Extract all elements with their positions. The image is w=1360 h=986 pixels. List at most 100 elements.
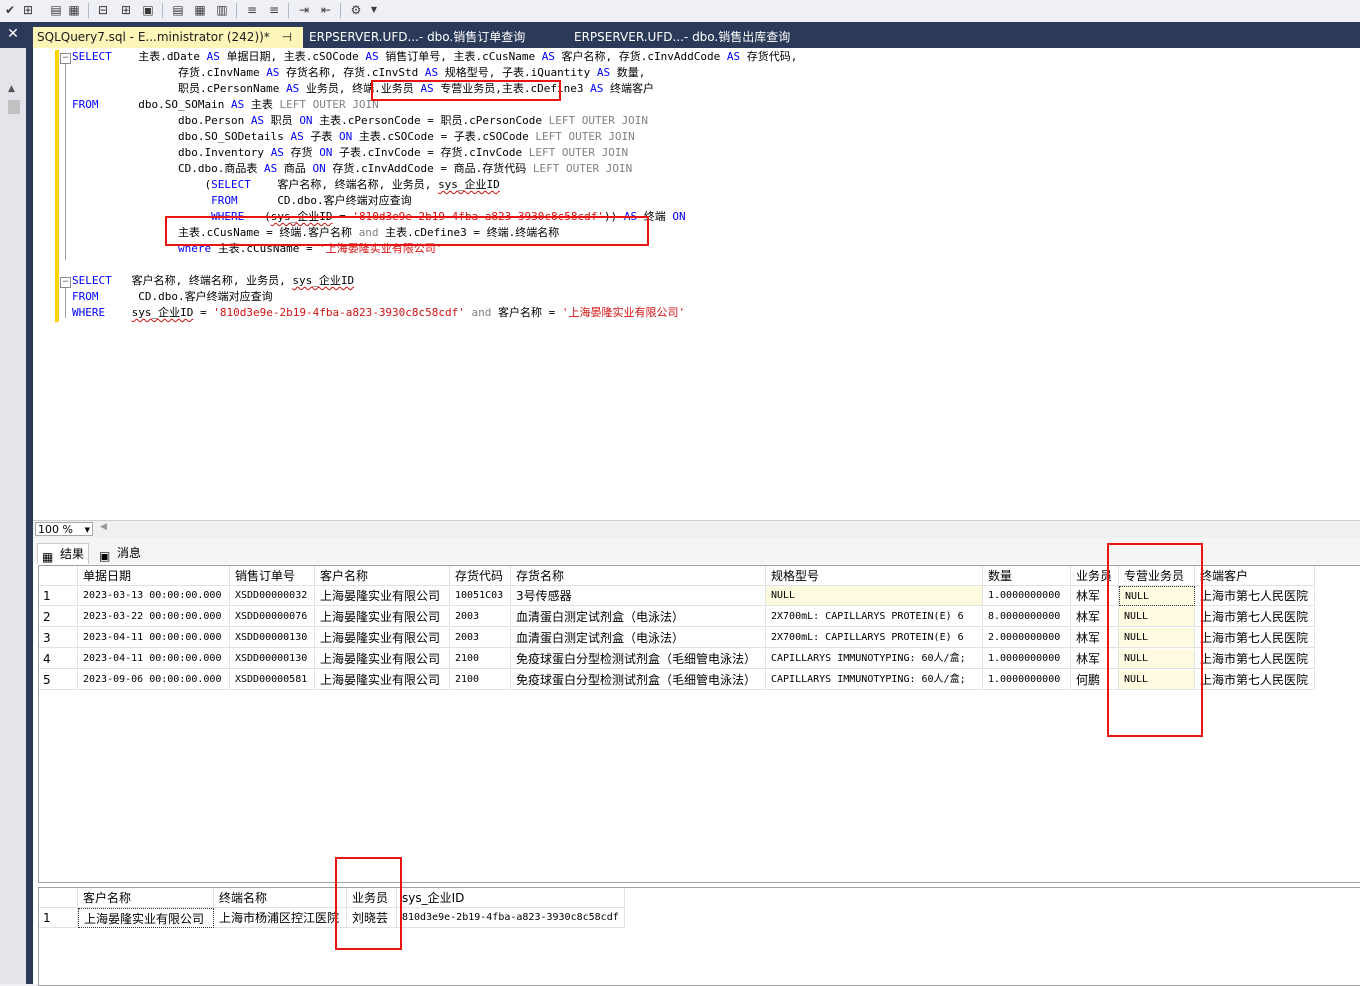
column-header[interactable]: 终端客户 [1195, 566, 1315, 586]
grid-cell[interactable]: 上海市第七人民医院 [1195, 628, 1315, 648]
grid-cell[interactable]: 2X700mL: CAPILLARYS PROTEIN(E) 6 [766, 628, 983, 648]
grid-cell[interactable]: 上海市第七人民医院 [1195, 607, 1315, 627]
column-header[interactable]: 存货代码 [450, 566, 511, 586]
grid-cell[interactable]: 2023-04-11 00:00:00.000 [78, 628, 230, 648]
grid-corner[interactable] [39, 888, 78, 908]
grid-cell[interactable]: 上海晏隆实业有限公司 [315, 607, 450, 627]
grid-cell[interactable]: 血清蛋白测定试剂盒（电泳法） [511, 628, 766, 648]
grid-cell[interactable]: 上海晏隆实业有限公司 [78, 908, 214, 928]
specify-values-icon[interactable]: ⚙ [348, 2, 364, 18]
grid-icon[interactable]: ▦ [66, 2, 82, 18]
column-header[interactable]: sys_企业ID [397, 888, 625, 908]
grid-cell[interactable]: 1.0000000000 [983, 670, 1071, 690]
grid-cell[interactable]: NULL [766, 586, 983, 606]
tab-sales-outbound-query[interactable]: ERPSERVER.UFD...- dbo.销售出库查询 [570, 27, 828, 48]
column-header[interactable]: 规格型号 [766, 566, 983, 586]
outdent-icon[interactable]: ⇤ [318, 2, 334, 18]
grid-corner[interactable] [39, 566, 78, 586]
code-line[interactable]: dbo.SO_SODetails AS 子表 ON 主表.cSOCode = 子… [72, 129, 635, 145]
fold-toggle-icon[interactable]: − [60, 277, 71, 288]
grid-cell[interactable]: 上海晏隆实业有限公司 [315, 670, 450, 690]
grid-results-icon[interactable]: ▦ [192, 2, 208, 18]
code-line[interactable]: dbo.Inventory AS 存货 ON 子表.cInvCode = 存货.… [72, 145, 628, 161]
code-line[interactable]: 存货.cInvName AS 存货名称, 存货.cInvStd AS 规格型号,… [72, 65, 645, 81]
column-header[interactable]: 客户名称 [78, 888, 214, 908]
grid-cell[interactable]: XSDD00000130 [230, 628, 315, 648]
grid-cell[interactable]: 血清蛋白测定试剂盒（电泳法） [511, 607, 766, 627]
grid-cell[interactable]: 2003 [450, 607, 511, 627]
grid-cell[interactable]: 上海市杨浦区控江医院 [214, 908, 347, 928]
column-header[interactable]: 存货名称 [511, 566, 766, 586]
zoom-select[interactable]: 100 % ▼ [35, 522, 93, 536]
results-grid-2[interactable]: 客户名称 终端名称 业务员 sys_企业ID 1 上海晏隆实业有限公司 上海市杨浦区控江医院… [38, 887, 1360, 986]
scroll-up-icon[interactable]: ▲ [8, 84, 15, 94]
code-line[interactable]: FROM CD.dbo.客户终端对应查询 [72, 289, 273, 305]
code-line[interactable]: SELECT 客户名称, 终端名称, 业务员, sys_企业ID [72, 273, 354, 289]
row-number[interactable]: 1 [39, 586, 78, 606]
grid-cell[interactable]: 上海晏隆实业有限公司 [315, 649, 450, 669]
grid-cell[interactable]: CAPILLARYS IMMUNOTYPING: 60人/盒; [766, 670, 983, 690]
grid-cell[interactable]: 2100 [450, 649, 511, 669]
tab-results[interactable]: ▦ 结果 [37, 543, 90, 564]
grid-cell[interactable]: 2X700mL: CAPILLARYS PROTEIN(E) 6 [766, 607, 983, 627]
row-number[interactable]: 5 [39, 670, 78, 690]
grid-cell[interactable]: 1.0000000000 [983, 586, 1071, 606]
text-results-icon[interactable]: ▤ [170, 2, 186, 18]
grid-cell[interactable]: 2023-09-06 00:00:00.000 [78, 670, 230, 690]
grid-cell[interactable]: 上海晏隆实业有限公司 [315, 586, 450, 606]
grid-cell[interactable]: 2023-03-22 00:00:00.000 [78, 607, 230, 627]
splitter[interactable] [26, 48, 33, 984]
code-line[interactable]: FROM CD.dbo.客户终端对应查询 [72, 193, 412, 209]
tab-messages[interactable]: ▣ 消息 [95, 543, 145, 563]
view-icon[interactable]: ▤ [48, 2, 64, 18]
code-line[interactable]: SELECT 主表.dDate AS 单据日期, 主表.cSOCode AS 销… [72, 49, 797, 65]
tab-sales-order-query[interactable]: ERPSERVER.UFD...- dbo.销售订单查询 [305, 27, 563, 48]
grid-cell[interactable]: 上海晏隆实业有限公司 [315, 628, 450, 648]
pin-icon[interactable]: ⊣ [282, 30, 292, 44]
code-line[interactable]: FROM dbo.SO_SOMain AS 主表 LEFT OUTER JOIN [72, 97, 379, 113]
code-line[interactable]: dbo.Person AS 职员 ON 主表.cPersonCode = 职员.… [72, 113, 648, 129]
column-header[interactable]: 数量 [983, 566, 1071, 586]
code-line[interactable]: 职员.cPersonName AS 业务员, 终端.业务员 AS 专营业务员,主… [72, 81, 654, 97]
chevron-down-icon[interactable]: ▼ [366, 2, 382, 18]
file-results-icon[interactable]: ▥ [214, 2, 230, 18]
grid-cell[interactable]: 2023-04-11 00:00:00.000 [78, 649, 230, 669]
uncomment-icon[interactable]: ≡ [266, 2, 282, 18]
grid-cell[interactable]: 免疫球蛋白分型检测试剂盒（毛细管电泳法） [511, 670, 766, 690]
grid-cell[interactable]: 2023-03-13 00:00:00.000 [78, 586, 230, 606]
grid-cell[interactable]: XSDD00000076 [230, 607, 315, 627]
indent-icon[interactable]: ⇥ [296, 2, 312, 18]
grid-cell[interactable]: 2.0000000000 [983, 628, 1071, 648]
column-header[interactable]: 单据日期 [78, 566, 230, 586]
grid-cell[interactable]: 2100 [450, 670, 511, 690]
tab-sqlquery7[interactable]: SQLQuery7.sql - E...ministrator (242))* … [33, 27, 303, 48]
close-pane-icon[interactable]: ✕ [4, 25, 22, 43]
grid-cell[interactable]: 1.0000000000 [983, 649, 1071, 669]
grid-cell[interactable]: 上海市第七人民医院 [1195, 586, 1315, 606]
row-number[interactable]: 3 [39, 628, 78, 648]
grid-cell[interactable]: 免疫球蛋白分型检测试剂盒（毛细管电泳法） [511, 649, 766, 669]
comment-icon[interactable]: ≡ [244, 2, 260, 18]
row-number[interactable]: 1 [39, 908, 78, 928]
grid-cell[interactable]: 上海市第七人民医院 [1195, 649, 1315, 669]
grid-cell[interactable]: CAPILLARYS IMMUNOTYPING: 60人/盒; [766, 649, 983, 669]
grid-cell[interactable]: 8.0000000000 [983, 607, 1071, 627]
grid-cell[interactable]: 2003 [450, 628, 511, 648]
fold-toggle-icon[interactable]: − [60, 53, 71, 64]
grid-cell[interactable]: XSDD00000130 [230, 649, 315, 669]
grid-cell[interactable]: XSDD00000032 [230, 586, 315, 606]
scroll-left-icon[interactable]: ◀ [100, 522, 107, 532]
row-number[interactable]: 4 [39, 649, 78, 669]
row-number[interactable]: 2 [39, 607, 78, 627]
relationship-icon[interactable]: ⊟ [95, 2, 111, 18]
grid-cell[interactable]: 3号传感器 [511, 586, 766, 606]
column-header[interactable]: 终端名称 [214, 888, 347, 908]
grid-cell[interactable]: 810d3e9e-2b19-4fba-a823-3930c8c58cdf [397, 908, 625, 928]
grid-cell[interactable]: 上海市第七人民医院 [1195, 670, 1315, 690]
column-header[interactable]: 客户名称 [315, 566, 450, 586]
code-line[interactable]: CD.dbo.商品表 AS 商品 ON 存货.cInvAddCode = 商品.… [72, 161, 632, 177]
tree-icon[interactable]: ⊞ [20, 2, 36, 18]
parse-icon[interactable]: ▣ [140, 2, 156, 18]
close-icon[interactable]: × [302, 30, 303, 44]
code-line[interactable]: (SELECT 客户名称, 终端名称, 业务员, sys_企业ID [72, 177, 499, 193]
